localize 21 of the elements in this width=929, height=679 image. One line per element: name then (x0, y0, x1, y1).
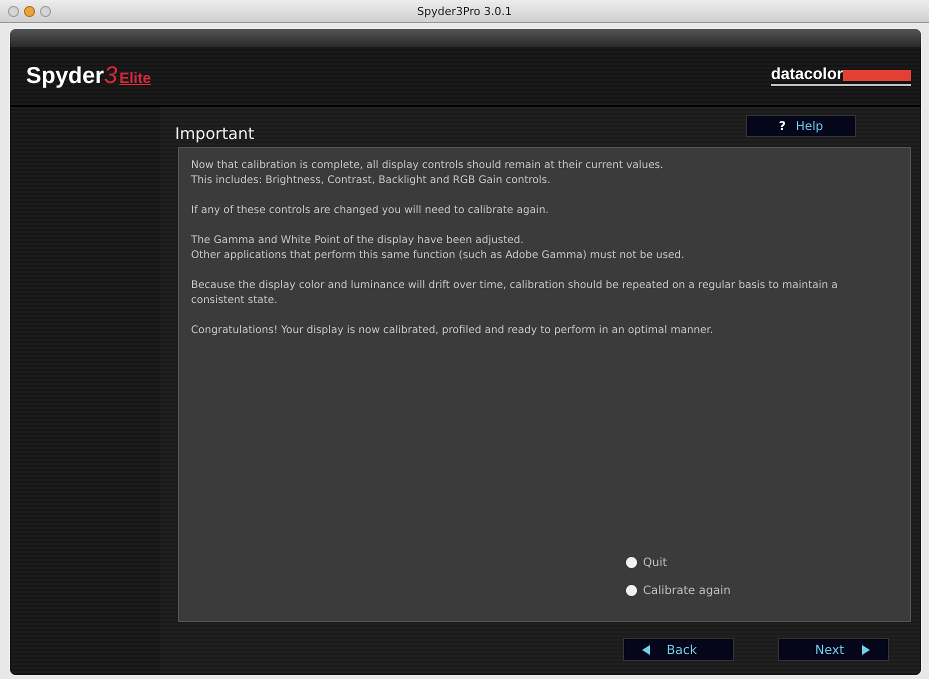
radio-option[interactable]: Calibrate again (626, 583, 731, 597)
message-text: Other applications that perform this same function (such as Adobe Gamma) must not be used. (191, 248, 686, 263)
minimize-button[interactable] (24, 6, 35, 16)
help-button[interactable]: ? Help (746, 115, 856, 137)
radio-option[interactable]: Quit (626, 555, 668, 569)
right-arrow-icon (862, 644, 870, 654)
zoom-button[interactable] (40, 6, 51, 16)
message-text: Because the display color and luminance will drift over time, calibration should be repeated on a regular basis to maintain a consistent state. (191, 278, 839, 308)
page-title: Important (175, 124, 254, 145)
message-text: Congratulations! Your display is now calibrated, profiled and ready to perform in an optimal manner. (191, 323, 714, 338)
datacolor-logo: datacolor (770, 66, 911, 86)
message-text: This includes: Brightness, Contrast, Backlight and RGB Gain controls. (191, 173, 552, 188)
message-text: Now that calibration is complete, all display controls should remain at their current values. (191, 158, 664, 173)
message-text: If any of these controls are changed you will need to calibrate again. (191, 203, 550, 218)
spyder-logo: Spyder3Elite (26, 62, 152, 90)
left-arrow-icon (642, 644, 650, 654)
close-button[interactable] (8, 6, 19, 16)
window-title: Spyder3Pro 3.0.1 (417, 4, 512, 18)
message-text: The Gamma and White Point of the display have been adjusted. (191, 233, 525, 248)
back-button[interactable]: Back (623, 638, 734, 661)
next-button[interactable]: Next (778, 638, 889, 661)
